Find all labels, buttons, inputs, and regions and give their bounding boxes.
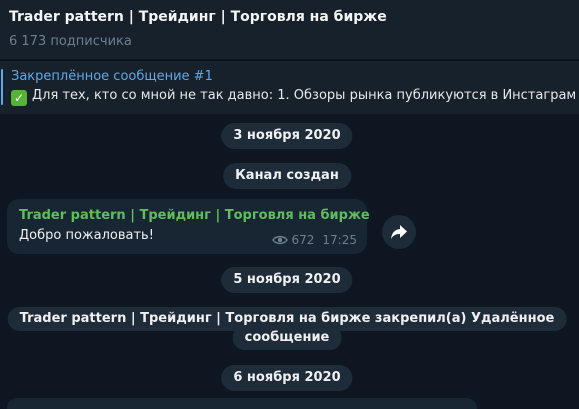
date-chip: 5 ноября 2020 bbox=[221, 267, 353, 293]
pinned-preview: ✓ Для тех, кто со мной не так давно: 1. О… bbox=[11, 88, 576, 106]
message-meta: 672 17:25 bbox=[271, 233, 357, 247]
message-author[interactable]: Trader pattern | Трейдинг | Торговля на … bbox=[19, 208, 370, 223]
message-text: Добро пожаловать! bbox=[19, 228, 154, 243]
date-chip: 3 ноября 2020 bbox=[221, 123, 353, 149]
pinned-title: Закреплённое сообщение #1 bbox=[11, 69, 213, 84]
forward-button[interactable] bbox=[382, 215, 416, 249]
service-message-pinned-continued[interactable]: сообщение bbox=[232, 326, 342, 350]
telegram-channel-window: Trader pattern | Трейдинг | Торговля на … bbox=[0, 0, 579, 409]
subscriber-count: 6 173 подписчика bbox=[9, 34, 132, 49]
pinned-accent-bar bbox=[1, 69, 3, 105]
forward-arrow-icon bbox=[391, 225, 407, 239]
chat-header[interactable]: Trader pattern | Трейдинг | Торговля на … bbox=[0, 0, 579, 59]
view-count: 672 bbox=[291, 233, 315, 247]
message-time: 17:25 bbox=[322, 233, 357, 247]
message-bubble[interactable]: Trader pattern | Трейдинг | Торговля на … bbox=[7, 199, 370, 254]
channel-title: Trader pattern | Трейдинг | Торговля на … bbox=[9, 9, 387, 25]
pinned-message-bar[interactable]: Закреплённое сообщение #1 ✓ Для тех, кто … bbox=[0, 60, 579, 114]
date-chip: 6 ноября 2020 bbox=[221, 365, 353, 391]
pinned-preview-text: Для тех, кто со мной не так давно: 1. Об… bbox=[32, 88, 577, 103]
eye-icon bbox=[271, 235, 288, 245]
check-mark-icon: ✓ bbox=[11, 90, 27, 106]
next-message-bubble[interactable] bbox=[7, 398, 477, 409]
service-message-channel-created: Канал создан bbox=[223, 163, 351, 189]
